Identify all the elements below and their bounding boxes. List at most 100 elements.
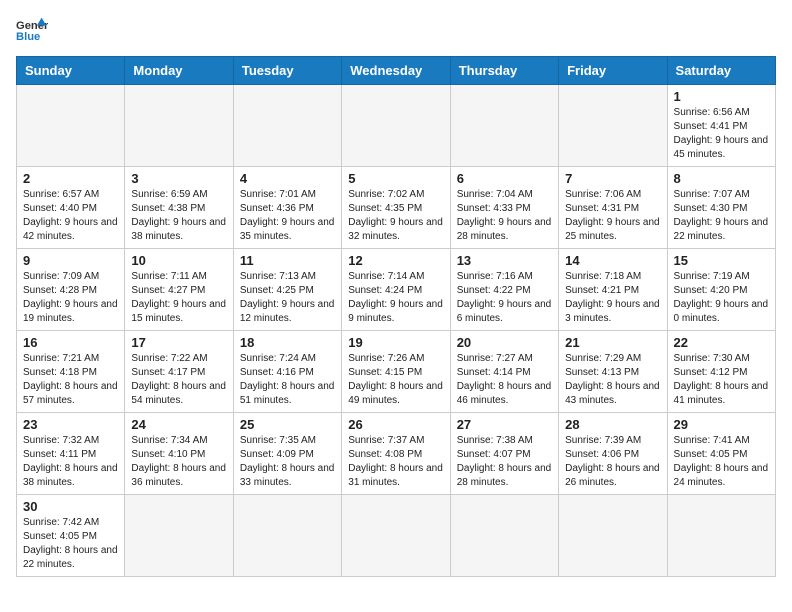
calendar-week-3: 9 Sunrise: 7:09 AM Sunset: 4:28 PM Daylig… xyxy=(17,249,776,331)
day-info: Sunrise: 7:07 AM Sunset: 4:30 PM Dayligh… xyxy=(674,188,769,244)
day-info: Sunrise: 7:34 AM Sunset: 4:10 PM Dayligh… xyxy=(131,434,226,490)
calendar-cell: 18 Sunrise: 7:24 AM Sunset: 4:16 PM Dayli… xyxy=(233,331,341,413)
calendar-cell: 5 Sunrise: 7:02 AM Sunset: 4:35 PM Daylig… xyxy=(342,167,450,249)
day-info: Sunrise: 7:09 AM Sunset: 4:28 PM Dayligh… xyxy=(23,270,118,326)
calendar-cell: 22Sunrise: 7:30 AM Sunset: 4:12 PM Dayli… xyxy=(667,331,775,413)
calendar-cell: 30Sunrise: 7:42 AM Sunset: 4:05 PM Dayli… xyxy=(17,495,125,577)
day-info: Sunrise: 7:41 AM Sunset: 4:05 PM Dayligh… xyxy=(674,434,769,490)
calendar-week-4: 16 Sunrise: 7:21 AM Sunset: 4:18 PM Dayli… xyxy=(17,331,776,413)
calendar-cell: 21Sunrise: 7:29 AM Sunset: 4:13 PM Dayli… xyxy=(559,331,667,413)
calendar-cell: 12 Sunrise: 7:14 AM Sunset: 4:24 PM Dayli… xyxy=(342,249,450,331)
page-header: General Blue xyxy=(16,16,776,44)
logo-icon: General Blue xyxy=(16,16,48,44)
day-number: 17 xyxy=(131,335,226,350)
day-number: 26 xyxy=(348,417,443,432)
calendar-cell xyxy=(559,495,667,577)
day-number: 24 xyxy=(131,417,226,432)
day-number: 1 xyxy=(674,89,769,104)
calendar-cell: 20Sunrise: 7:27 AM Sunset: 4:14 PM Dayli… xyxy=(450,331,558,413)
calendar-cell: 7 Sunrise: 7:06 AM Sunset: 4:31 PM Daylig… xyxy=(559,167,667,249)
calendar-cell xyxy=(559,85,667,167)
calendar-cell: 10 Sunrise: 7:11 AM Sunset: 4:27 PM Dayli… xyxy=(125,249,233,331)
day-info: Sunrise: 7:26 AM Sunset: 4:15 PM Dayligh… xyxy=(348,352,443,408)
day-info: Sunrise: 7:21 AM Sunset: 4:18 PM Dayligh… xyxy=(23,352,118,408)
day-number: 30 xyxy=(23,499,118,514)
day-number: 10 xyxy=(131,253,226,268)
day-info: Sunrise: 7:27 AM Sunset: 4:14 PM Dayligh… xyxy=(457,352,552,408)
day-number: 9 xyxy=(23,253,118,268)
calendar-cell: 23Sunrise: 7:32 AM Sunset: 4:11 PM Dayli… xyxy=(17,413,125,495)
calendar-cell: 19Sunrise: 7:26 AM Sunset: 4:15 PM Dayli… xyxy=(342,331,450,413)
calendar-cell: 3 Sunrise: 6:59 AM Sunset: 4:38 PM Daylig… xyxy=(125,167,233,249)
day-info: Sunrise: 6:59 AM Sunset: 4:38 PM Dayligh… xyxy=(131,188,226,244)
day-info: Sunrise: 7:30 AM Sunset: 4:12 PM Dayligh… xyxy=(674,352,769,408)
day-info: Sunrise: 7:13 AM Sunset: 4:25 PM Dayligh… xyxy=(240,270,335,326)
day-number: 4 xyxy=(240,171,335,186)
weekday-header-row: SundayMondayTuesdayWednesdayThursdayFrid… xyxy=(17,57,776,85)
weekday-header-sunday: Sunday xyxy=(17,57,125,85)
day-info: Sunrise: 7:18 AM Sunset: 4:21 PM Dayligh… xyxy=(565,270,660,326)
calendar-cell: 17Sunrise: 7:22 AM Sunset: 4:17 PM Dayli… xyxy=(125,331,233,413)
day-number: 16 xyxy=(23,335,118,350)
calendar-cell xyxy=(342,85,450,167)
day-info: Sunrise: 7:02 AM Sunset: 4:35 PM Dayligh… xyxy=(348,188,443,244)
day-info: Sunrise: 7:37 AM Sunset: 4:08 PM Dayligh… xyxy=(348,434,443,490)
calendar-cell: 24 Sunrise: 7:34 AM Sunset: 4:10 PM Dayli… xyxy=(125,413,233,495)
calendar-cell: 28 Sunrise: 7:39 AM Sunset: 4:06 PM Dayli… xyxy=(559,413,667,495)
day-info: Sunrise: 7:29 AM Sunset: 4:13 PM Dayligh… xyxy=(565,352,660,408)
calendar-cell: 16 Sunrise: 7:21 AM Sunset: 4:18 PM Dayli… xyxy=(17,331,125,413)
calendar-cell xyxy=(342,495,450,577)
weekday-header-tuesday: Tuesday xyxy=(233,57,341,85)
calendar-cell: 9 Sunrise: 7:09 AM Sunset: 4:28 PM Daylig… xyxy=(17,249,125,331)
calendar-cell: 15 Sunrise: 7:19 AM Sunset: 4:20 PM Dayli… xyxy=(667,249,775,331)
logo: General Blue xyxy=(16,16,48,44)
day-number: 13 xyxy=(457,253,552,268)
day-info: Sunrise: 7:38 AM Sunset: 4:07 PM Dayligh… xyxy=(457,434,552,490)
day-info: Sunrise: 7:35 AM Sunset: 4:09 PM Dayligh… xyxy=(240,434,335,490)
day-number: 27 xyxy=(457,417,552,432)
calendar-cell xyxy=(125,85,233,167)
weekday-header-wednesday: Wednesday xyxy=(342,57,450,85)
day-number: 28 xyxy=(565,417,660,432)
day-number: 3 xyxy=(131,171,226,186)
weekday-header-monday: Monday xyxy=(125,57,233,85)
day-info: Sunrise: 7:24 AM Sunset: 4:16 PM Dayligh… xyxy=(240,352,335,408)
day-number: 7 xyxy=(565,171,660,186)
day-info: Sunrise: 7:39 AM Sunset: 4:06 PM Dayligh… xyxy=(565,434,660,490)
calendar-cell: 27 Sunrise: 7:38 AM Sunset: 4:07 PM Dayli… xyxy=(450,413,558,495)
calendar-cell xyxy=(233,495,341,577)
day-number: 18 xyxy=(240,335,335,350)
day-number: 5 xyxy=(348,171,443,186)
calendar-cell xyxy=(125,495,233,577)
calendar-cell xyxy=(17,85,125,167)
weekday-header-saturday: Saturday xyxy=(667,57,775,85)
day-info: Sunrise: 7:32 AM Sunset: 4:11 PM Dayligh… xyxy=(23,434,118,490)
calendar-cell: 29Sunrise: 7:41 AM Sunset: 4:05 PM Dayli… xyxy=(667,413,775,495)
day-info: Sunrise: 7:11 AM Sunset: 4:27 PM Dayligh… xyxy=(131,270,226,326)
calendar-cell xyxy=(450,85,558,167)
calendar-cell: 2Sunrise: 6:57 AM Sunset: 4:40 PM Daylig… xyxy=(17,167,125,249)
day-number: 8 xyxy=(674,171,769,186)
day-number: 14 xyxy=(565,253,660,268)
calendar-cell xyxy=(233,85,341,167)
day-info: Sunrise: 7:19 AM Sunset: 4:20 PM Dayligh… xyxy=(674,270,769,326)
day-info: Sunrise: 7:06 AM Sunset: 4:31 PM Dayligh… xyxy=(565,188,660,244)
calendar-cell: 26 Sunrise: 7:37 AM Sunset: 4:08 PM Dayli… xyxy=(342,413,450,495)
calendar-cell: 8 Sunrise: 7:07 AM Sunset: 4:30 PM Daylig… xyxy=(667,167,775,249)
calendar-cell: 4Sunrise: 7:01 AM Sunset: 4:36 PM Daylig… xyxy=(233,167,341,249)
day-number: 12 xyxy=(348,253,443,268)
day-info: Sunrise: 6:57 AM Sunset: 4:40 PM Dayligh… xyxy=(23,188,118,244)
day-number: 15 xyxy=(674,253,769,268)
calendar-week-5: 23Sunrise: 7:32 AM Sunset: 4:11 PM Dayli… xyxy=(17,413,776,495)
calendar-week-2: 2Sunrise: 6:57 AM Sunset: 4:40 PM Daylig… xyxy=(17,167,776,249)
day-info: Sunrise: 7:14 AM Sunset: 4:24 PM Dayligh… xyxy=(348,270,443,326)
day-info: Sunrise: 6:56 AM Sunset: 4:41 PM Dayligh… xyxy=(674,106,769,162)
calendar-table: SundayMondayTuesdayWednesdayThursdayFrid… xyxy=(16,56,776,577)
day-info: Sunrise: 7:16 AM Sunset: 4:22 PM Dayligh… xyxy=(457,270,552,326)
calendar-cell xyxy=(667,495,775,577)
calendar-cell xyxy=(450,495,558,577)
calendar-cell: 13 Sunrise: 7:16 AM Sunset: 4:22 PM Dayli… xyxy=(450,249,558,331)
weekday-header-thursday: Thursday xyxy=(450,57,558,85)
calendar-cell: 14 Sunrise: 7:18 AM Sunset: 4:21 PM Dayli… xyxy=(559,249,667,331)
day-info: Sunrise: 7:04 AM Sunset: 4:33 PM Dayligh… xyxy=(457,188,552,244)
